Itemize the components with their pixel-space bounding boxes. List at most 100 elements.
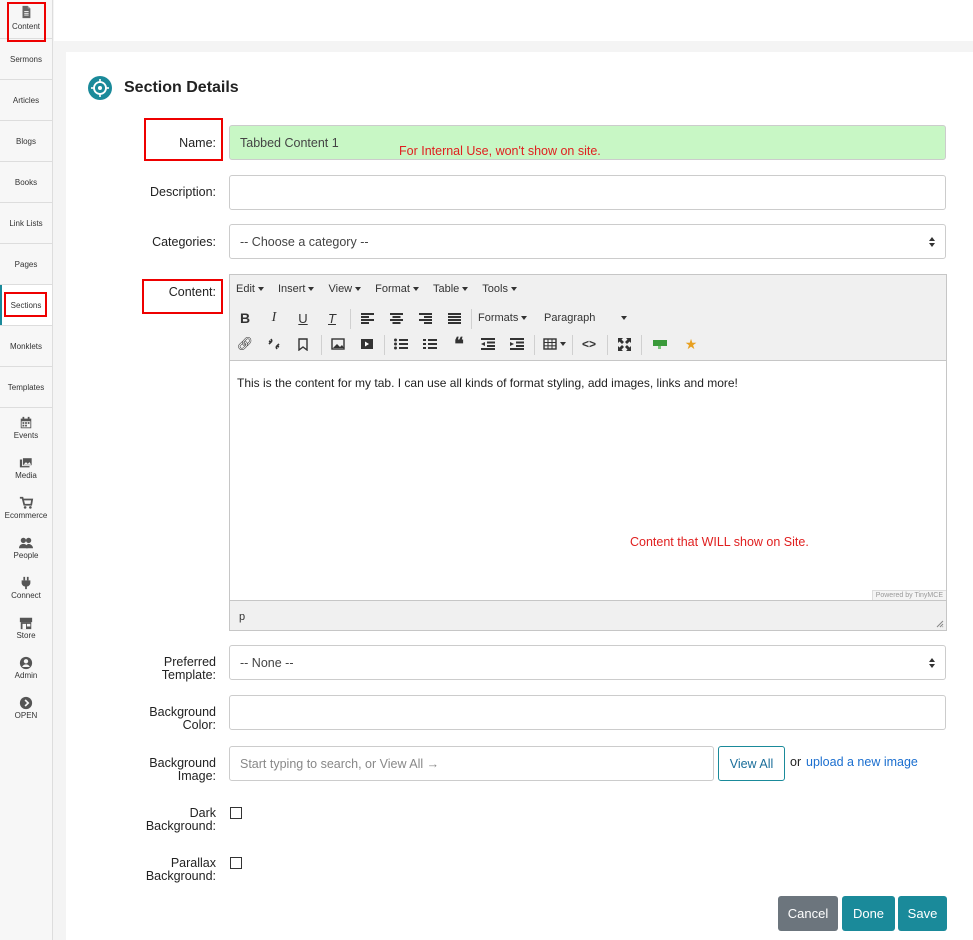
description-label: Description: [150, 185, 216, 199]
align-justify-button[interactable] [443, 307, 465, 329]
menu-table[interactable]: Table [433, 283, 469, 295]
caret-icon [308, 287, 315, 292]
categories-label: Categories: [152, 235, 216, 249]
sidebar-item-label: Articles [12, 95, 40, 105]
resize-handle-icon[interactable] [936, 620, 944, 628]
sidebar-item-store[interactable]: Store [0, 608, 52, 648]
indent-button[interactable] [506, 333, 528, 355]
save-label: Save [907, 906, 938, 921]
sidebar-item-sermons[interactable]: Sermons [0, 39, 52, 80]
blockquote-button[interactable]: ❝ [448, 333, 470, 355]
monklet-button[interactable] [649, 333, 671, 355]
source-code-button[interactable]: <> [578, 333, 600, 355]
numbered-list-button[interactable] [419, 333, 441, 355]
fullscreen-button[interactable] [613, 333, 635, 355]
parallax-background-checkbox[interactable] [230, 857, 242, 869]
align-justify-icon [447, 312, 461, 324]
toolbar-divider [321, 335, 322, 355]
bookmark-button[interactable] [292, 333, 314, 355]
section-details-panel: Section Details Name: Tabbed Content 1 F… [66, 52, 973, 940]
link-icon: 🔗︎ [236, 336, 254, 351]
sidebar-item-label: Monklets [9, 341, 42, 351]
table-button[interactable] [540, 333, 568, 355]
upload-image-link[interactable]: upload a new image [806, 755, 918, 769]
preferred-template-label: Preferred Template: [162, 656, 216, 682]
dark-background-label: Dark Background: [146, 807, 216, 833]
sidebar-item-monklets[interactable]: Monklets [0, 326, 52, 367]
editor-toolbar-row-2: 🔗︎ ❝ <> ★ [230, 333, 946, 359]
image-icon [331, 338, 345, 350]
sidebar-item-events[interactable]: Events [0, 408, 52, 448]
sidebar-item-templates[interactable]: Templates [0, 367, 52, 408]
preferred-template-select[interactable]: -- None -- [229, 645, 946, 680]
bold-icon: B [239, 310, 251, 326]
menu-tools[interactable]: Tools [482, 283, 517, 295]
sidebar-item-label: People [13, 551, 39, 560]
select-arrows-icon [929, 237, 935, 247]
menu-view[interactable]: View [328, 283, 362, 295]
image-button[interactable] [327, 333, 349, 355]
menu-insert[interactable]: Insert [278, 283, 315, 295]
parallax-background-label: Parallax Background: [146, 857, 216, 883]
menu-edit[interactable]: Edit [236, 283, 264, 295]
preferred-template-label-line-1: Preferred [163, 655, 216, 669]
sidebar-item-admin[interactable]: Admin [0, 648, 52, 688]
done-button[interactable]: Done [842, 896, 895, 931]
italic-button[interactable]: I [263, 307, 285, 329]
background-image-search-input[interactable]: Start typing to search, or View All → [229, 746, 714, 781]
sidebar-item-label: OPEN [14, 711, 38, 720]
description-field[interactable] [229, 175, 946, 210]
view-all-button[interactable]: View All [718, 746, 785, 781]
paragraph-label: Paragraph [544, 312, 596, 324]
sidebar-item-pages[interactable]: Pages [0, 244, 52, 285]
cancel-button[interactable]: Cancel [778, 896, 838, 931]
sidebar-item-media[interactable]: Media [0, 448, 52, 488]
sidebar-item-people[interactable]: People [0, 528, 52, 568]
unlink-icon [268, 338, 280, 350]
paragraph-dropdown[interactable]: Paragraph [544, 307, 632, 329]
select-arrows-icon [929, 658, 935, 668]
sidebar-item-label: Ecommerce [4, 511, 48, 520]
sidebar-item-label: Sermons [9, 54, 42, 64]
menu-format[interactable]: Format [375, 283, 419, 295]
toolbar-divider [471, 309, 472, 329]
video-icon [361, 339, 373, 349]
sidebar-item-connect[interactable]: Connect [0, 568, 52, 608]
preferred-template-select-value: -- None -- [240, 655, 294, 670]
formats-dropdown[interactable]: Formats [478, 307, 538, 329]
underline-button[interactable]: U [292, 307, 314, 329]
sidebar-item-articles[interactable]: Articles [0, 80, 52, 121]
sidebar-item-books[interactable]: Books [0, 162, 52, 203]
align-left-button[interactable] [356, 307, 378, 329]
favorite-button[interactable]: ★ [680, 333, 702, 355]
align-center-icon [389, 312, 403, 324]
editor-body-text: This is the content for my tab. I can us… [237, 376, 738, 390]
editor-content-area[interactable]: This is the content for my tab. I can us… [230, 360, 946, 601]
sidebar-item-open[interactable]: OPEN [0, 688, 52, 728]
bullet-list-button[interactable] [390, 333, 412, 355]
save-button[interactable]: Save [898, 896, 947, 931]
background-color-label-line-1: Background [149, 705, 216, 719]
background-color-label-line-2: Color: [182, 718, 216, 732]
background-color-field[interactable] [229, 695, 946, 730]
unlink-button[interactable] [263, 333, 285, 355]
rich-text-editor: Edit Insert View Format Table Tools B I … [229, 274, 947, 631]
calendar-icon [20, 416, 32, 429]
sidebar-item-ecommerce[interactable]: Ecommerce [0, 488, 52, 528]
highlight-sections-nav [4, 292, 47, 317]
toolbar-divider [641, 335, 642, 355]
powered-by-label: Powered by TinyMCE [871, 590, 946, 600]
outdent-button[interactable] [477, 333, 499, 355]
align-center-button[interactable] [385, 307, 407, 329]
toolbar-divider [534, 335, 535, 355]
sidebar-item-blogs[interactable]: Blogs [0, 121, 52, 162]
align-right-button[interactable] [414, 307, 436, 329]
dark-background-checkbox[interactable] [230, 807, 242, 819]
clear-format-button[interactable]: T [321, 307, 343, 329]
sidebar-item-label: Connect [11, 591, 41, 600]
link-button[interactable]: 🔗︎ [234, 333, 256, 355]
media-button[interactable] [356, 333, 378, 355]
bold-button[interactable]: B [234, 307, 256, 329]
categories-select[interactable]: -- Choose a category -- [229, 224, 946, 259]
sidebar-item-link-lists[interactable]: Link Lists [0, 203, 52, 244]
